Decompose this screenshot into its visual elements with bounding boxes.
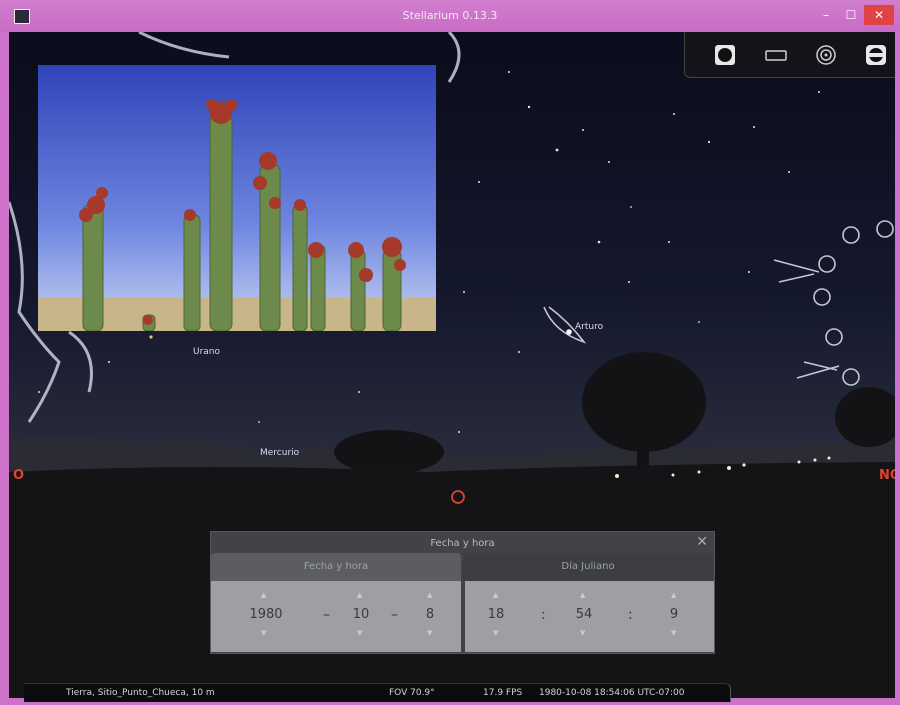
status-bar: Tierra, Sitio_Punto_Chueca, 10 m FOV 70.…	[24, 683, 731, 702]
landscape-photo	[38, 65, 436, 331]
cactus-photo-image	[38, 65, 436, 331]
year-up-arrow-icon[interactable]: ▲	[261, 591, 266, 599]
hour-down-arrow-icon[interactable]: ▼	[493, 629, 498, 637]
second-up-arrow-icon[interactable]: ▲	[671, 591, 676, 599]
datetime-text: 1980-10-08 18:54:06 UTC-07:00	[539, 688, 685, 698]
date-panel: ▲ 1980 ▼ – ▲ 10 ▼ – ▲ 8 ▼	[211, 581, 461, 652]
minute-down-arrow-icon[interactable]: ▼	[580, 629, 585, 637]
location-text: Tierra, Sitio_Punto_Chueca, 10 m	[66, 688, 215, 698]
flower-art	[543, 220, 894, 386]
target-icon[interactable]	[813, 43, 839, 67]
hour-field[interactable]: 18	[483, 607, 509, 622]
time-separator: :	[628, 607, 633, 623]
date-time-dialog: Fecha y hora ✕ Fecha y hora Día Juliano …	[210, 531, 715, 654]
month-field[interactable]: 10	[347, 607, 375, 622]
hour-up-arrow-icon[interactable]: ▲	[493, 591, 498, 599]
date-separator: –	[323, 607, 330, 623]
time-separator: :	[541, 607, 546, 623]
minimize-button[interactable]: –	[815, 5, 837, 25]
second-down-arrow-icon[interactable]: ▼	[671, 629, 676, 637]
fps-text: 17.9 FPS	[483, 688, 523, 698]
fov-text: FOV 70.9°	[389, 688, 435, 698]
year-field[interactable]: 1980	[241, 607, 291, 622]
tab-julian-day[interactable]: Día Juliano	[463, 553, 713, 581]
tab-date-time[interactable]: Fecha y hora	[211, 553, 461, 581]
dialog-close-icon[interactable]: ✕	[696, 534, 708, 550]
time-panel: ▲ 18 ▼ : ▲ 54 ▼ : ▲ 9 ▼	[465, 581, 714, 652]
planet-label-urano[interactable]: Urano	[193, 347, 220, 357]
date-separator: –	[391, 607, 398, 623]
planet-icon[interactable]	[863, 43, 889, 67]
sky-view[interactable]: Urano Arturo Mercurio O NO Fecha y hora …	[9, 32, 895, 698]
full-moon-icon[interactable]	[712, 43, 738, 67]
day-up-arrow-icon[interactable]: ▲	[427, 591, 432, 599]
planet-label-mercurio[interactable]: Mercurio	[260, 448, 299, 458]
rectangle-icon[interactable]	[763, 43, 789, 67]
month-up-arrow-icon[interactable]: ▲	[357, 591, 362, 599]
close-button[interactable]: ✕	[864, 5, 894, 25]
star-label-arturo[interactable]: Arturo	[575, 322, 603, 332]
day-field[interactable]: 8	[419, 607, 441, 622]
app-window: Stellarium 0.13.3 – ☐ ✕ Urano Arturo Mer…	[0, 0, 900, 705]
dialog-title: Fecha y hora	[430, 538, 495, 549]
minute-up-arrow-icon[interactable]: ▲	[580, 591, 585, 599]
cardinal-northwest: NO	[879, 468, 895, 483]
top-toolbar	[684, 32, 895, 78]
title-bar[interactable]: Stellarium 0.13.3 – ☐ ✕	[0, 0, 900, 32]
window-title: Stellarium 0.13.3	[402, 9, 498, 22]
year-down-arrow-icon[interactable]: ▼	[261, 629, 266, 637]
minute-field[interactable]: 54	[571, 607, 597, 622]
day-down-arrow-icon[interactable]: ▼	[427, 629, 432, 637]
maximize-button[interactable]: ☐	[840, 5, 862, 25]
cardinal-west: O	[13, 468, 25, 483]
month-down-arrow-icon[interactable]: ▼	[357, 629, 362, 637]
second-field[interactable]: 9	[663, 607, 685, 622]
